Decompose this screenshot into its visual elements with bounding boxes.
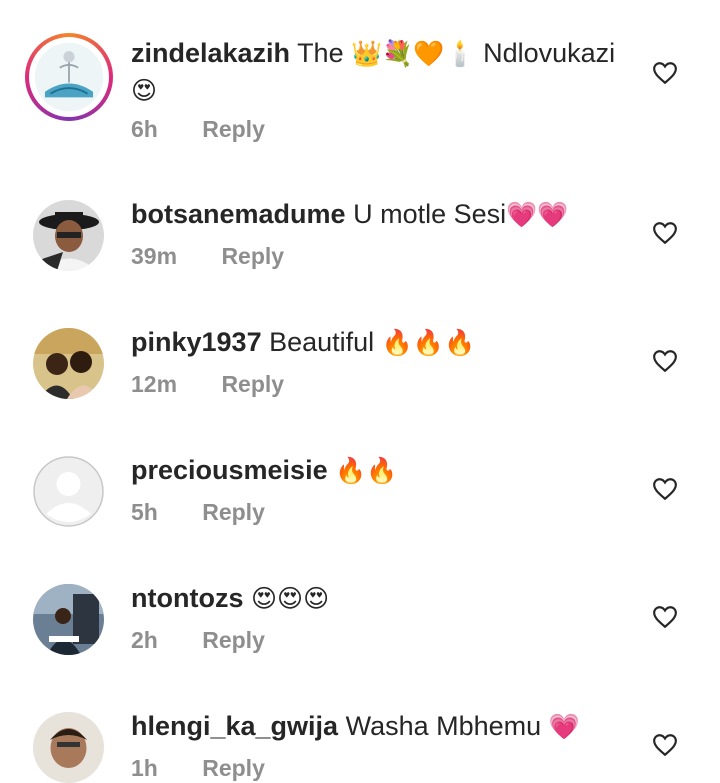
comment-meta: 6h Reply (131, 116, 265, 143)
comment-text: botsanemadume U motle Sesi💗💗 (131, 196, 631, 233)
timestamp: 12m (131, 371, 178, 397)
username[interactable]: botsanemadume (131, 199, 346, 229)
like-heart-icon[interactable] (652, 477, 678, 501)
comment-text: zindelakazih The 👑💐🧡🕯️ Ndlovukazi 😍 (131, 35, 631, 109)
comment-text: ntontozs 😍😍😍 (131, 580, 631, 617)
avatar[interactable] (33, 200, 104, 271)
comment-text: pinky1937 Beautiful 🔥🔥🔥 (131, 324, 631, 361)
timestamp: 39m (131, 243, 178, 269)
reply-button[interactable]: Reply (221, 371, 284, 398)
avatar-image (33, 328, 104, 399)
comment-text: preciousmeisie 🔥🔥 (131, 452, 631, 489)
comment-body: U motle Sesi (353, 199, 507, 229)
emoji-2: 😍 (131, 77, 158, 105)
emoji: 🔥🔥 (335, 457, 398, 485)
reply-button[interactable]: Reply (221, 243, 284, 270)
timestamp: 5h (131, 499, 158, 525)
reply-button[interactable]: Reply (202, 499, 265, 526)
avatar[interactable] (33, 328, 104, 399)
default-avatar-icon (33, 456, 104, 527)
username[interactable]: ntontozs (131, 583, 243, 613)
username[interactable]: preciousmeisie (131, 455, 328, 485)
username[interactable]: hlengi_ka_gwija (131, 711, 338, 741)
timestamp: 2h (131, 627, 158, 653)
comment-body-2: Ndlovukazi (475, 38, 616, 68)
timestamp: 6h (131, 116, 158, 142)
avatar[interactable] (33, 584, 104, 655)
comment-body: Washa Mbhemu (345, 711, 549, 741)
avatar[interactable] (25, 33, 113, 121)
avatar-image (33, 200, 104, 271)
timestamp: 1h (131, 755, 158, 781)
like-heart-icon[interactable] (652, 605, 678, 629)
like-heart-icon[interactable] (652, 221, 678, 245)
avatar-image (33, 712, 104, 783)
like-heart-icon[interactable] (652, 349, 678, 373)
reply-button[interactable]: Reply (202, 116, 265, 143)
emoji: 👑💐🧡🕯️ (351, 40, 476, 68)
comment-body (328, 455, 336, 485)
comment-meta: 2h Reply (131, 627, 265, 654)
emoji: 😍😍😍 (251, 585, 330, 613)
comment-text: hlengi_ka_gwija Washa Mbhemu 💗 (131, 708, 631, 745)
comment-meta: 1h Reply (131, 755, 265, 782)
avatar[interactable] (33, 712, 104, 783)
reply-button[interactable]: Reply (202, 755, 265, 782)
username[interactable]: zindelakazih (131, 38, 290, 68)
username[interactable]: pinky1937 (131, 327, 262, 357)
comment-body: Beautiful (269, 327, 382, 357)
emoji: 💗💗 (506, 201, 569, 229)
avatar-image (29, 37, 109, 117)
comment-body (243, 583, 251, 613)
reply-button[interactable]: Reply (202, 627, 265, 654)
comment-body: The (297, 38, 352, 68)
comment-meta: 5h Reply (131, 499, 265, 526)
comment-meta: 39m Reply (131, 243, 284, 270)
like-heart-icon[interactable] (652, 61, 678, 85)
avatar-image (33, 584, 104, 655)
emoji: 🔥🔥🔥 (381, 329, 476, 357)
comment-meta: 12m Reply (131, 371, 284, 398)
emoji: 💗 (548, 713, 580, 741)
like-heart-icon[interactable] (652, 733, 678, 757)
avatar[interactable] (33, 456, 104, 527)
